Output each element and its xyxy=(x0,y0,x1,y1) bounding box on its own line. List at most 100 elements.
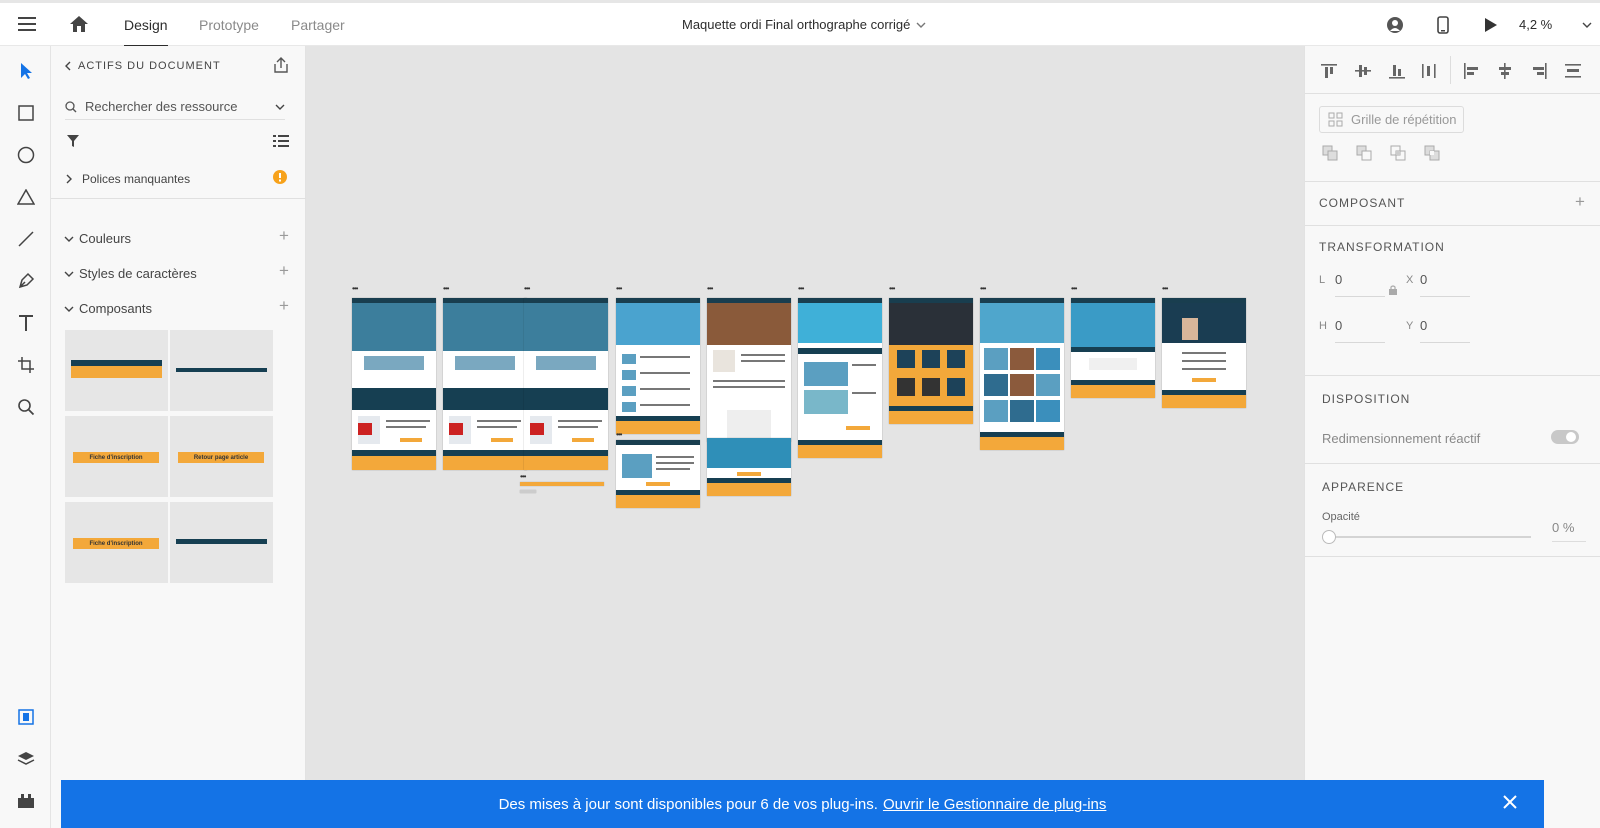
add-color-icon[interactable]: + xyxy=(279,226,289,246)
polygon-tool-icon[interactable] xyxy=(13,184,39,210)
artboard-thumbnail[interactable] xyxy=(524,298,608,470)
document-title[interactable]: Maquette ordi Final orthographe corrigé xyxy=(682,17,926,32)
component-footer-thumb[interactable] xyxy=(65,330,168,411)
artboard-label: ••• xyxy=(352,284,358,293)
home-icon[interactable] xyxy=(67,12,91,36)
chevron-down-icon[interactable] xyxy=(275,104,285,110)
open-plugin-manager-link[interactable]: Ouvrir le Gestionnaire de plug-ins xyxy=(883,796,1106,813)
close-icon[interactable] xyxy=(1502,794,1518,810)
opacity-slider-handle[interactable] xyxy=(1322,530,1336,544)
assets-panel-icon[interactable] xyxy=(13,704,39,730)
list-view-icon[interactable] xyxy=(272,133,290,149)
back-to-assets[interactable]: ACTIFS DU DOCUMENT xyxy=(64,60,221,72)
artboard-thumbnail[interactable] xyxy=(707,438,791,496)
width-field[interactable]: 0 xyxy=(1335,272,1342,287)
height-field[interactable]: 0 xyxy=(1335,318,1342,333)
component-title: COMPOSANT xyxy=(1319,196,1406,210)
search-bar[interactable]: Rechercher des ressource xyxy=(65,94,285,120)
document-title-text: Maquette ordi Final orthographe corrigé xyxy=(682,17,911,32)
artboard-thumbnail[interactable] xyxy=(520,482,604,486)
artboard-thumbnail[interactable] xyxy=(889,298,973,424)
align-middle-icon[interactable] xyxy=(1353,61,1373,81)
repeat-grid-button[interactable]: Grille de répétition xyxy=(1319,106,1464,133)
transformation-title: TRANSFORMATION xyxy=(1319,240,1445,254)
artboard-label: ••• xyxy=(1071,284,1077,293)
tab-prototype[interactable]: Prototype xyxy=(199,17,259,47)
height-label: H xyxy=(1319,320,1327,332)
ellipse-tool-icon[interactable] xyxy=(13,142,39,168)
line-tool-icon[interactable] xyxy=(13,226,39,252)
add-component-icon[interactable]: + xyxy=(279,296,289,316)
align-center-icon[interactable] xyxy=(1495,61,1515,81)
search-input[interactable]: Rechercher des ressource xyxy=(85,99,237,114)
add-char-style-icon[interactable]: + xyxy=(279,261,289,281)
device-preview-icon[interactable] xyxy=(1432,14,1454,36)
user-share-icon[interactable] xyxy=(1384,14,1406,36)
opacity-field[interactable]: 0 % xyxy=(1552,520,1586,542)
zoom-level[interactable]: 4,2 % xyxy=(1519,17,1552,32)
artboard-thumbnail[interactable] xyxy=(443,298,527,470)
text-tool-icon[interactable] xyxy=(13,310,39,336)
width-label: L xyxy=(1319,274,1326,286)
align-toolbar xyxy=(1305,46,1600,94)
y-field[interactable]: 0 xyxy=(1420,318,1427,333)
artboard-thumbnail[interactable] xyxy=(520,490,536,493)
tab-design[interactable]: Design xyxy=(124,17,168,47)
char-styles-section[interactable]: Styles de caractères xyxy=(64,266,197,281)
component-button-inscription-1[interactable]: Fiche d'inscription xyxy=(65,416,168,497)
align-left-icon[interactable] xyxy=(1461,61,1481,81)
artboard-thumbnail[interactable] xyxy=(616,298,700,434)
add-component-icon[interactable]: + xyxy=(1575,192,1585,212)
rectangle-tool-icon[interactable] xyxy=(13,100,39,126)
distribute-vertical-icon[interactable] xyxy=(1419,61,1439,81)
x-field[interactable]: 0 xyxy=(1420,272,1427,287)
artboard-thumbnail[interactable] xyxy=(798,298,882,458)
warning-icon xyxy=(273,170,287,184)
opacity-slider[interactable] xyxy=(1329,536,1531,538)
plugins-panel-icon[interactable] xyxy=(13,788,39,814)
artboard-thumbnail[interactable] xyxy=(1071,298,1155,398)
align-bottom-icon[interactable] xyxy=(1387,61,1407,81)
component-button-inscription-2[interactable]: Fiche d'inscription xyxy=(65,502,168,583)
artboard-label: ••• xyxy=(616,430,622,439)
artboard-thumbnail[interactable] xyxy=(1162,298,1246,408)
component-navbar-thumb[interactable] xyxy=(170,330,273,411)
artboard-thumbnail[interactable] xyxy=(707,298,791,442)
select-tool-icon[interactable] xyxy=(13,58,39,84)
artboard-thumbnail[interactable] xyxy=(352,298,436,470)
filter-icon[interactable] xyxy=(65,133,81,149)
tool-bar xyxy=(0,46,51,828)
align-top-icon[interactable] xyxy=(1319,61,1339,81)
component-bar-thumb[interactable] xyxy=(170,502,273,583)
component-button-label: Fiche d'inscription xyxy=(73,538,159,549)
responsive-resize-toggle[interactable] xyxy=(1551,430,1579,444)
artboard-tool-icon[interactable] xyxy=(13,352,39,378)
char-styles-label: Styles de caractères xyxy=(79,266,197,281)
play-preview-icon[interactable] xyxy=(1480,14,1502,36)
colors-section[interactable]: Couleurs xyxy=(64,231,131,246)
lock-icon[interactable] xyxy=(1387,284,1399,296)
missing-fonts-row[interactable]: Polices manquantes xyxy=(65,172,190,186)
layers-panel-icon[interactable] xyxy=(13,746,39,772)
distribute-horizontal-icon[interactable] xyxy=(1563,61,1583,81)
artboard-thumbnail[interactable] xyxy=(980,298,1064,450)
pen-tool-icon[interactable] xyxy=(13,268,39,294)
colors-label: Couleurs xyxy=(79,231,132,246)
boolean-intersect-icon[interactable] xyxy=(1389,144,1407,162)
responsive-resize-label: Redimensionnement réactif xyxy=(1322,431,1481,446)
align-right-icon[interactable] xyxy=(1529,61,1549,81)
component-button-retour[interactable]: Retour page article xyxy=(170,416,273,497)
boolean-add-icon[interactable] xyxy=(1321,144,1339,162)
boolean-exclude-icon[interactable] xyxy=(1423,144,1441,162)
chevron-right-icon xyxy=(66,174,72,184)
artboard-label: ••• xyxy=(1162,284,1168,293)
zoom-chevron-down-icon[interactable] xyxy=(1580,18,1594,32)
export-share-icon[interactable] xyxy=(272,56,290,74)
design-canvas[interactable]: ••• ••• ••• ••• ••• ••• ••• ••• ••• ••• … xyxy=(306,46,1304,782)
components-section[interactable]: Composants xyxy=(64,301,152,316)
zoom-tool-icon[interactable] xyxy=(13,394,39,420)
hamburger-menu-icon[interactable] xyxy=(16,13,38,35)
boolean-subtract-icon[interactable] xyxy=(1355,144,1373,162)
artboard-thumbnail[interactable] xyxy=(616,440,700,508)
tab-share[interactable]: Partager xyxy=(291,17,345,47)
